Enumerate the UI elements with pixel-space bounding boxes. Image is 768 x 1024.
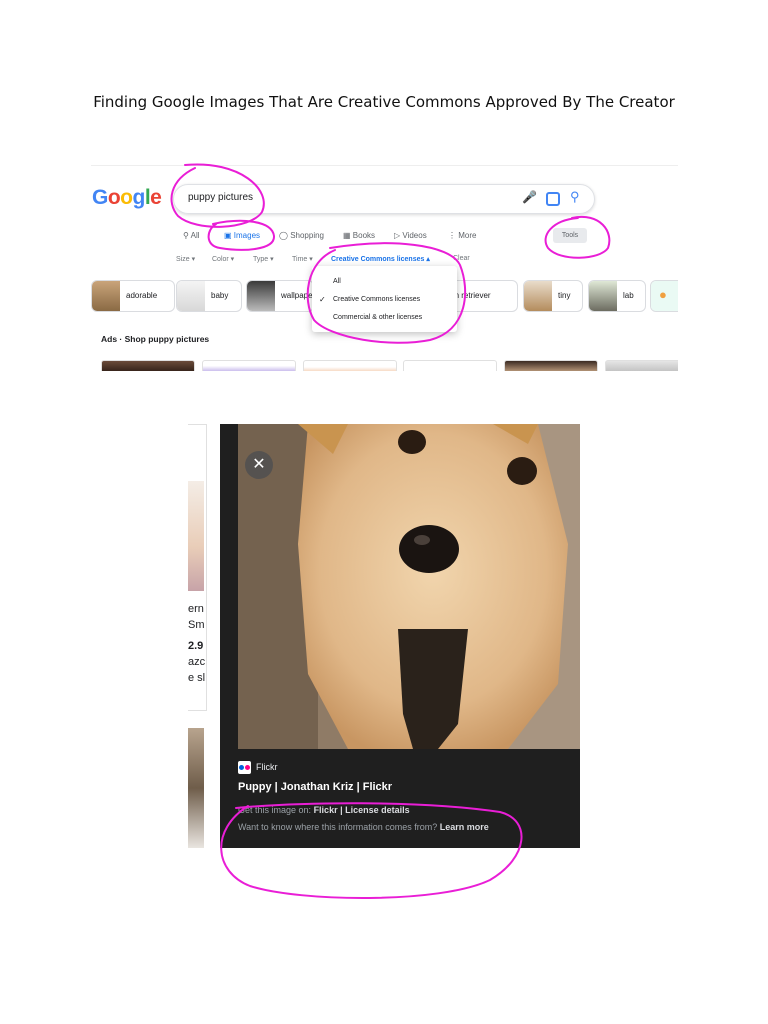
chip-thumbnail <box>177 281 205 311</box>
chip-thumbnail <box>524 281 552 311</box>
filter-type[interactable]: Type ▾ <box>253 255 274 263</box>
image-title[interactable]: Puppy | Jonathan Kriz | Flickr <box>238 781 392 793</box>
fox-icon: ● <box>659 287 667 302</box>
license-option-creative-commons[interactable]: Creative Commons licenses <box>333 296 420 303</box>
learn-more-link[interactable]: Learn more <box>440 822 489 832</box>
google-search-screenshot: Google puppy pictures 🎤 ⚲ ⚲ All ▣ Images… <box>91 165 678 371</box>
results-column-fragment: ern Sm 2.9 azc e sl <box>188 424 207 711</box>
chip-baby[interactable]: baby <box>176 280 242 312</box>
close-button[interactable]: ✕ <box>245 451 273 479</box>
close-icon: ✕ <box>252 456 266 473</box>
filter-time[interactable]: Time ▾ <box>292 255 313 263</box>
filter-color[interactable]: Color ▾ <box>212 255 234 263</box>
more-icon: ⋮ <box>448 231 456 240</box>
play-icon: ▷ <box>394 231 401 240</box>
search-query[interactable]: puppy pictures <box>188 192 253 203</box>
ad-thumbnail[interactable] <box>303 360 397 371</box>
ad-thumbnail[interactable] <box>605 360 678 371</box>
tab-videos[interactable]: ▷ Videos <box>394 231 427 240</box>
search-icon: ⚲ <box>183 231 189 240</box>
info-line: Want to know where this information come… <box>238 822 489 832</box>
book-icon: ▦ <box>343 231 351 240</box>
search-icon[interactable]: ⚲ <box>570 189 580 205</box>
chip-thumbnail <box>247 281 275 311</box>
puppy-photo[interactable] <box>238 424 580 749</box>
search-bar[interactable]: puppy pictures 🎤 ⚲ <box>173 184 595 214</box>
license-details-link[interactable]: License details <box>345 805 410 815</box>
tab-images[interactable]: ▣ Images <box>224 231 260 240</box>
license-dropdown-menu: All ✓ Creative Commons licenses Commerci… <box>312 266 457 332</box>
source-name: Flickr <box>256 762 278 772</box>
ad-thumbnail[interactable] <box>202 360 296 371</box>
puppy-illustration <box>238 424 580 749</box>
tab-books[interactable]: ▦ Books <box>343 231 375 240</box>
filter-creative-commons[interactable]: Creative Commons licenses ▴ <box>331 255 430 263</box>
image-preview-panel: ✕ Flickr Puppy | Jonathan Kriz | Flickr … <box>220 424 580 848</box>
checkmark-icon: ✓ <box>319 295 326 304</box>
get-image-line: Get this image on: Flickr | License deta… <box>238 805 410 815</box>
tools-button[interactable]: Tools <box>553 228 587 243</box>
ads-heading: Ads · Shop puppy pictures <box>101 334 210 344</box>
chip-more-icon[interactable]: ● <box>650 280 678 312</box>
document-title: Finding Google Images That Are Creative … <box>93 93 675 111</box>
image-icon: ▣ <box>224 231 232 240</box>
filter-clear[interactable]: Clear <box>453 255 470 262</box>
ad-thumbnail[interactable] <box>101 360 195 371</box>
ad-thumbnail[interactable] <box>504 360 598 371</box>
tag-icon: ◯ <box>279 231 288 240</box>
license-option-commercial[interactable]: Commercial & other licenses <box>333 314 422 321</box>
chip-adorable[interactable]: adorable <box>91 280 175 312</box>
tab-more[interactable]: ⋮ More <box>448 231 476 240</box>
chip-wallpaper[interactable]: wallpaper <box>246 280 314 312</box>
tab-all[interactable]: ⚲ All <box>183 231 200 240</box>
chip-tiny[interactable]: tiny <box>523 280 583 312</box>
microphone-icon[interactable]: 🎤 <box>522 190 537 204</box>
filter-size[interactable]: Size ▾ <box>176 255 195 263</box>
result-thumbnail[interactable] <box>188 481 204 591</box>
ad-thumbnail[interactable] <box>403 360 497 371</box>
chip-thumbnail <box>92 281 120 311</box>
result-thumbnail[interactable] <box>188 728 204 848</box>
flickr-logo-icon <box>238 761 251 774</box>
license-option-all[interactable]: All <box>333 278 341 285</box>
chip-lab[interactable]: lab <box>588 280 646 312</box>
tab-shopping[interactable]: ◯ Shopping <box>279 231 324 240</box>
lens-icon[interactable] <box>546 192 560 206</box>
chip-thumbnail <box>589 281 617 311</box>
google-logo[interactable]: Google <box>92 186 162 210</box>
flickr-link[interactable]: Flickr <box>314 805 338 815</box>
